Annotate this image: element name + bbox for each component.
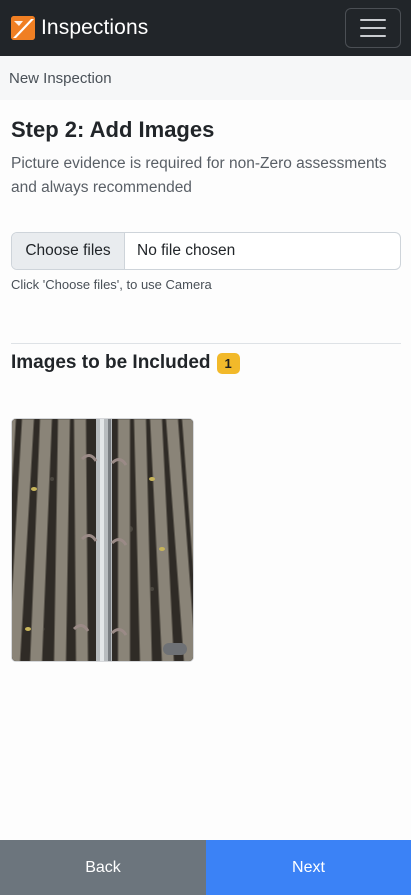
step-description: Picture evidence is required for non-Zer…: [11, 155, 387, 196]
app-title: Inspections: [41, 16, 149, 39]
images-section-title: Images to be Included 1: [11, 352, 240, 374]
hamburger-menu-icon: [360, 19, 386, 21]
image-thumbnail[interactable]: [11, 418, 194, 662]
app-logo-icon: [11, 16, 35, 40]
top-navbar: Inspections: [0, 0, 411, 56]
page-title: Step 2: Add Images: [11, 117, 215, 142]
choose-files-button[interactable]: Choose files: [12, 233, 125, 269]
file-status-text: No file chosen: [137, 242, 236, 259]
brand[interactable]: Inspections: [11, 16, 148, 40]
next-button[interactable]: Next: [206, 840, 411, 895]
thumbnail-overlay-pill[interactable]: [163, 643, 187, 655]
file-input[interactable]: Choose files No file chosen: [11, 232, 401, 270]
back-button[interactable]: Back: [0, 840, 206, 895]
image-count-badge: 1: [216, 352, 240, 374]
divider: [11, 343, 401, 344]
images-title-label: Images to be Included: [11, 352, 211, 373]
breadcrumb: New Inspection: [0, 56, 411, 100]
footer-actions: Back Next: [0, 840, 411, 895]
breadcrumb-label: New Inspection: [9, 69, 112, 87]
track-photo: [12, 419, 193, 661]
hamburger-menu-button[interactable]: [345, 8, 401, 48]
file-help-text: Click 'Choose files', to use Camera: [11, 277, 212, 292]
